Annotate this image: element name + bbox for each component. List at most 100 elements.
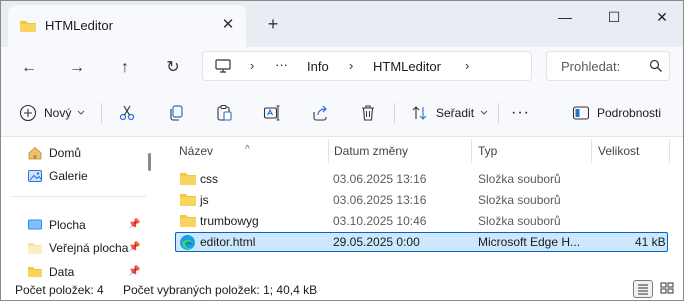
column-header-row: ^ Název Datum změny Typ Velikost (159, 137, 683, 163)
back-button[interactable]: ← (15, 54, 43, 82)
toolbar-divider (394, 103, 395, 123)
copy-button[interactable] (167, 101, 185, 125)
up-button[interactable]: ↑ (111, 54, 139, 82)
details-view-button[interactable] (633, 280, 653, 298)
desktop-icon (28, 219, 42, 230)
sidebar-item-label: Plocha (49, 218, 86, 232)
column-divider[interactable] (471, 139, 472, 163)
chevron-down-icon (480, 110, 488, 115)
paste-button[interactable] (215, 101, 233, 125)
navigation-pane: Domů Galerie Plocha 📌 Veřejná plocha 📌 D… (1, 137, 159, 279)
paste-icon (217, 105, 232, 121)
sidebar-item-label: Veřejná plocha (49, 241, 129, 255)
file-type: Složka souborů (478, 214, 561, 228)
chevron-down-icon (77, 110, 85, 115)
gallery-icon (28, 170, 42, 182)
breadcrumb-more[interactable]: ··· (275, 57, 288, 72)
this-pc-icon[interactable] (215, 59, 231, 77)
file-name: js (200, 193, 209, 207)
pin-icon[interactable]: 📌 (128, 266, 140, 277)
address-bar[interactable]: › ··· Info › HTMLeditor › (202, 51, 532, 81)
breadcrumb-separator[interactable]: › (250, 58, 254, 73)
file-date: 03.06.2025 13:16 (333, 193, 427, 207)
tab-close-icon[interactable]: ✕ (219, 16, 237, 34)
column-divider[interactable] (669, 139, 670, 163)
sidebar-item-home[interactable]: Domů (27, 142, 81, 164)
file-type: Microsoft Edge H... (478, 235, 581, 249)
tiles-view-button[interactable] (658, 280, 678, 298)
file-row-editor-html[interactable]: editor.html 29.05.2025 0:00 Microsoft Ed… (175, 232, 668, 252)
sort-ascending-indicator: ^ (245, 144, 250, 155)
share-button[interactable] (311, 101, 329, 125)
search-icon (649, 59, 663, 76)
delete-button[interactable] (359, 101, 377, 125)
search-box[interactable]: Prohledat: (546, 51, 670, 81)
sidebar-item-label: Domů (49, 146, 82, 160)
new-tab-button[interactable]: + (263, 14, 283, 34)
sidebar-item-label: Galerie (49, 169, 88, 183)
trash-icon (362, 105, 374, 121)
breadcrumb-info[interactable]: Info (307, 59, 329, 74)
sidebar-item-desktop[interactable]: Plocha (27, 214, 86, 236)
more-options-button[interactable]: ··· (511, 101, 530, 125)
folder-icon (28, 243, 42, 254)
breadcrumb-separator[interactable]: › (349, 58, 353, 73)
details-label: Podrobnosti (597, 106, 662, 120)
toolbar-divider (101, 103, 102, 123)
copy-icon (170, 105, 183, 121)
file-list: ^ Název Datum změny Typ Velikost css 03.… (159, 137, 683, 277)
sort-button[interactable]: Seřadit (411, 101, 488, 125)
share-icon (313, 105, 327, 121)
folder-icon (179, 171, 197, 189)
toolbar-divider (498, 103, 499, 123)
file-name: editor.html (200, 235, 256, 249)
file-row-css[interactable]: css 03.06.2025 13:16 Složka souborů (175, 169, 668, 189)
file-row-js[interactable]: js 03.06.2025 13:16 Složka souborů (175, 190, 668, 210)
item-count: Počet položek: 4 (15, 283, 104, 297)
sidebar-item-gallery[interactable]: Galerie (27, 165, 88, 187)
title-bar: HTMLeditor ✕ + — ☐ ✕ (1, 1, 683, 47)
pin-icon[interactable]: 📌 (128, 219, 140, 230)
sidebar-scrollbar[interactable] (148, 153, 151, 171)
file-type: Složka souborů (478, 172, 561, 186)
sidebar-divider (11, 196, 146, 197)
rename-button[interactable] (263, 101, 281, 125)
sidebar-item-public-desktop[interactable]: Veřejná plocha (27, 237, 128, 259)
tab-title: HTMLeditor (45, 18, 113, 33)
file-size: 41 kB (635, 235, 666, 249)
column-header-size[interactable]: Velikost (598, 144, 639, 158)
cut-button[interactable] (118, 101, 136, 125)
column-header-name[interactable]: Název (179, 144, 213, 158)
forward-button[interactable]: → (63, 54, 91, 82)
breadcrumb-separator[interactable]: › (465, 58, 469, 73)
column-header-type[interactable]: Typ (478, 144, 497, 158)
column-header-date[interactable]: Datum změny (334, 144, 408, 158)
column-divider[interactable] (328, 139, 329, 163)
file-name: trumbowyg (200, 214, 259, 228)
new-label: Nový (44, 106, 72, 120)
close-button[interactable]: ✕ (639, 7, 683, 29)
folder-icon (179, 192, 197, 210)
refresh-button[interactable]: ↻ (159, 54, 187, 82)
maximize-button[interactable]: ☐ (591, 7, 637, 29)
file-date: 03.10.2025 10:46 (333, 214, 427, 228)
edge-icon (179, 234, 196, 254)
new-button[interactable]: Nový (19, 101, 85, 125)
navigation-bar: ← → ↑ ↻ › ··· Info › HTMLeditor › Prohle… (1, 47, 683, 89)
rename-icon (263, 105, 280, 121)
scissors-icon (119, 105, 135, 121)
file-name: css (200, 172, 218, 186)
breadcrumb-htmleditor[interactable]: HTMLeditor (373, 59, 441, 74)
status-bar: Počet položek: 4 Počet vybraných položek… (1, 277, 683, 300)
pin-icon[interactable]: 📌 (128, 242, 140, 253)
tab-htmleditor[interactable]: HTMLeditor ✕ (8, 5, 246, 47)
file-row-trumbowyg[interactable]: trumbowyg 03.10.2025 10:46 Složka soubor… (175, 211, 668, 231)
sort-icon (412, 106, 427, 120)
column-divider[interactable] (591, 139, 592, 163)
details-pane-icon (572, 106, 590, 120)
details-pane-button[interactable]: Podrobnosti (572, 101, 661, 125)
search-placeholder: Prohledat: (561, 59, 621, 74)
file-date: 29.05.2025 0:00 (333, 235, 420, 249)
minimize-button[interactable]: — (542, 7, 588, 29)
file-explorer-window: HTMLeditor ✕ + — ☐ ✕ ← → ↑ ↻ › ··· Info … (0, 0, 684, 301)
